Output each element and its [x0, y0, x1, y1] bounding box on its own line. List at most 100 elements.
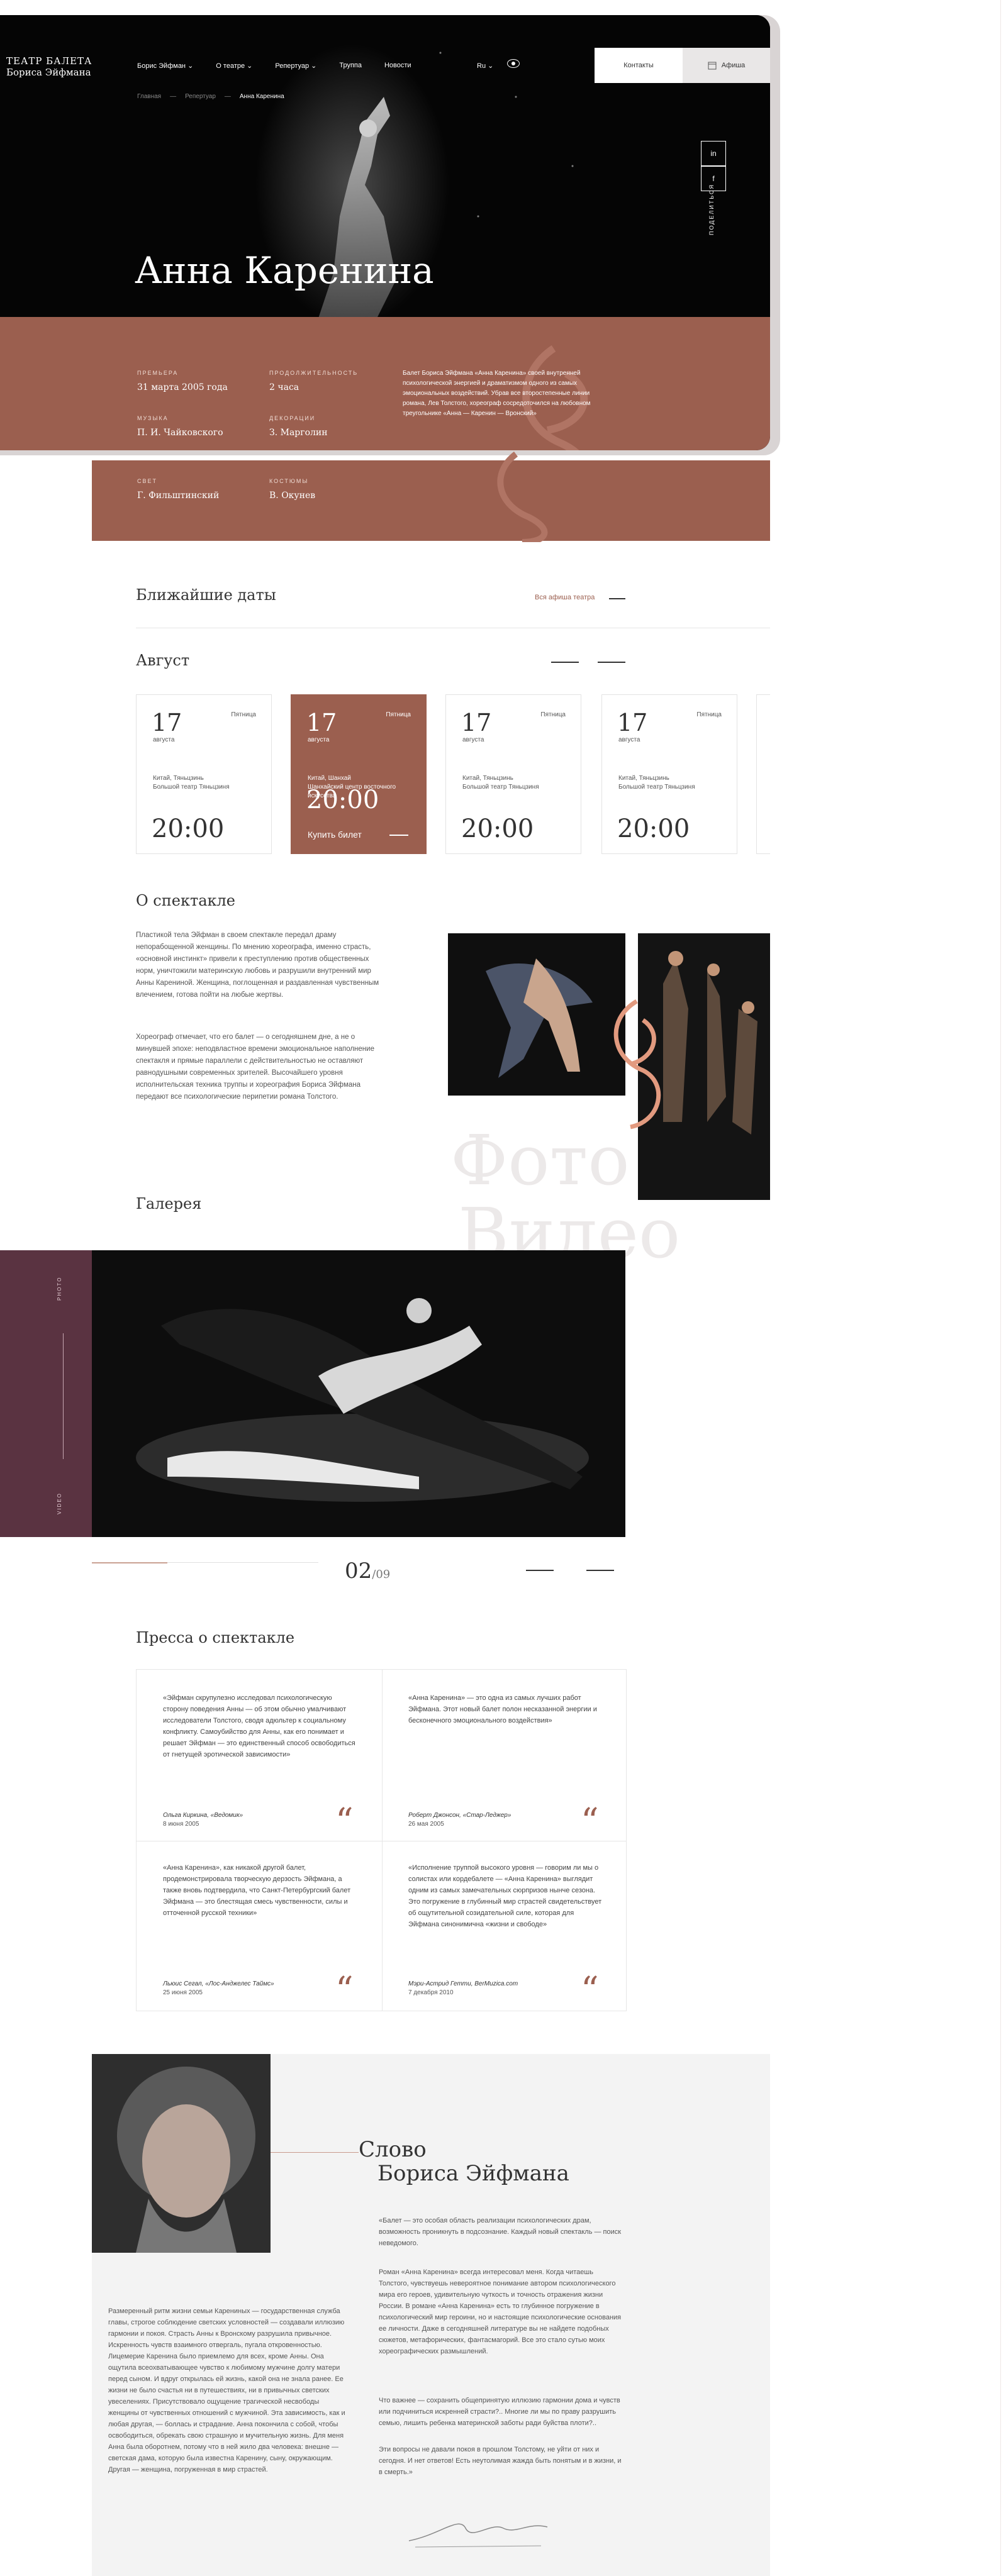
gallery-progress-track	[167, 1562, 318, 1563]
breadcrumb-current: Анна Каренина	[239, 93, 284, 100]
press-author: Мэри-Астрид Гетти, BerMuzica.com	[408, 1980, 518, 1987]
word-paragraph: «Балет — это особая область реализации п…	[379, 2217, 622, 2247]
card-day: 17	[152, 709, 182, 736]
card-weekday: Пятница	[386, 711, 411, 718]
dates-heading: Ближайшие даты	[136, 586, 276, 604]
date-card[interactable]: 17 августа Пятница Китай, Тяньцзинь Боль…	[601, 694, 737, 854]
breadcrumb-sep: —	[224, 93, 231, 100]
card-weekday: Пятница	[540, 711, 566, 718]
nav-item-repertoire[interactable]: Репертуар ⌄	[275, 62, 316, 70]
date-card[interactable]: 17 августа Пятница Китай, Тяньцзинь Боль…	[445, 694, 581, 854]
music-label: Музыка	[137, 415, 169, 421]
press-date: 25 июня 2005	[163, 1989, 203, 1996]
card-place: Китай, Тяньцзинь Большой театр Тяньцзиня	[462, 775, 539, 791]
divider	[382, 1670, 383, 2011]
title-accent-line	[271, 2152, 359, 2153]
card-day: 17	[461, 709, 492, 736]
about-paragraph: Пластикой тела Эйфман в своем спектакле …	[136, 931, 379, 999]
gallery-heading: Галерея	[136, 1195, 202, 1213]
date-card-active[interactable]: 17 августа Пятница Китай, Шанхай Шанхайс…	[291, 694, 427, 854]
hero: ТЕАТР БАЛЕТА Бориса Эйфмана Борис Эйфман…	[0, 15, 770, 450]
short-description: Балет Бориса Эйфмана «Анна Каренина» сво…	[403, 370, 591, 417]
logo[interactable]: ТЕАТР БАЛЕТА Бориса Эйфмана	[6, 55, 92, 78]
photo-tab[interactable]: PHOTO	[57, 1277, 62, 1301]
video-tab[interactable]: VIDEO	[57, 1492, 62, 1514]
word-paragraph: Эти вопросы не давали покоя в прошлом То…	[379, 2446, 622, 2476]
nav-item-troupe[interactable]: Труппа	[339, 62, 362, 70]
eifman-portrait	[92, 2054, 271, 2253]
press-date: 26 мая 2005	[408, 1821, 444, 1828]
logo-watermark-icon	[497, 452, 548, 542]
press-quote: «Анна Каренина» — это одна из самых лучш…	[408, 1694, 597, 1724]
arrow-right-icon	[389, 835, 408, 836]
logo-overlay-icon	[613, 999, 661, 1130]
card-place: Китай, Тяньцзинь Большой театр Тяньцзиня	[153, 775, 230, 791]
logo-line2: Бориса Эйфмана	[6, 67, 91, 78]
press-quote: «Исполнение труппой высокого уровня — го…	[408, 1864, 602, 1928]
contacts-button[interactable]: Контакты	[595, 48, 683, 83]
right-edge-line	[1000, 0, 1001, 2576]
premiere-label: Премьера	[137, 370, 179, 376]
date-card[interactable]: 17 августа Пятница Китай, Тяньцзинь Боль…	[136, 694, 272, 854]
card-month: августа	[618, 736, 640, 743]
all-events-link[interactable]: Вся афиша театра	[535, 594, 595, 601]
language-select[interactable]: Ru ⌄	[477, 62, 493, 70]
gallery-progress-fill	[92, 1562, 167, 1563]
gallery-divider	[63, 1333, 64, 1459]
card-time: 20:00	[152, 814, 225, 843]
word-paragraph: Что важнее — сохранить общепринятую иллю…	[379, 2397, 620, 2427]
card-weekday: Пятница	[696, 711, 722, 718]
buy-ticket-button[interactable]: Купить билет	[308, 830, 362, 840]
press-author: Ольга Киркина, «Ведомик»	[163, 1812, 243, 1819]
gallery-current: 02	[345, 1558, 372, 1584]
card-weekday: Пятница	[231, 711, 256, 718]
premiere-value: 31 марта 2005 года	[137, 382, 228, 392]
press-date: 8 июня 2005	[163, 1821, 199, 1828]
press-heading: Пресса о спектакле	[136, 1629, 295, 1646]
main-nav: Борис Эйфман ⌄ О театре ⌄ Репертуар ⌄ Тр…	[137, 62, 411, 70]
vk-icon[interactable]: in	[701, 141, 726, 166]
gallery-main-photo[interactable]	[92, 1250, 625, 1537]
arrow-right-icon[interactable]	[609, 598, 625, 599]
word-paragraph: Роман «Анна Каренина» всегда интересовал…	[379, 2268, 622, 2355]
decor-value: З. Марголин	[269, 428, 328, 438]
press-grid: «Эйфман скрупулезно исследовал психологи…	[136, 1669, 627, 2011]
music-value: П. И. Чайковского	[137, 428, 223, 438]
press-date: 7 декабря 2010	[408, 1989, 454, 1996]
date-card-partial[interactable]	[756, 694, 770, 854]
quote-icon: “	[335, 1801, 354, 1842]
nav-item-theatre[interactable]: О театре ⌄	[216, 62, 252, 70]
press-author: Роберт Джонсон, «Стар-Леджер»	[408, 1812, 511, 1819]
signature-image	[408, 2523, 548, 2548]
press-quote: «Эйфман скрупулезно исследовал психологи…	[163, 1694, 355, 1758]
card-month: августа	[153, 736, 175, 743]
card-day: 17	[306, 709, 337, 736]
press-author: Льюис Сегал, «Лос-Анджелес Таймс»	[163, 1980, 274, 1987]
info-panel: Премьера 31 марта 2005 года Продолжитель…	[0, 317, 770, 450]
share-label: ПОДЕЛИТЬСЯ	[708, 184, 715, 235]
card-month: августа	[308, 736, 330, 743]
breadcrumb-repertoire[interactable]: Репертуар	[185, 93, 216, 100]
breadcrumb-sep: —	[170, 93, 177, 100]
press-quote: «Анна Каренина», как никакой другой бале…	[163, 1864, 351, 1917]
light-label: Свет	[137, 478, 158, 484]
word-title-1: Слово	[359, 2137, 427, 2162]
next-arrow-icon[interactable]	[598, 662, 625, 663]
photo-watermark: Фото	[450, 1120, 630, 1201]
prev-arrow-icon[interactable]	[551, 662, 579, 663]
calendar-icon	[708, 62, 717, 70]
nav-item-news[interactable]: Новости	[384, 62, 411, 70]
breadcrumb-home[interactable]: Главная	[137, 93, 161, 100]
next-arrow-icon[interactable]	[586, 1570, 614, 1571]
logo-line1: ТЕАТР БАЛЕТА	[6, 55, 92, 67]
quote-icon: “	[581, 1801, 599, 1842]
tickets-button[interactable]: Афиша	[683, 48, 770, 83]
word-paragraph-left: Размеренный ритм жизни семьи Карениных —…	[108, 2307, 345, 2473]
prev-arrow-icon[interactable]	[526, 1570, 554, 1571]
accessibility-eye-icon[interactable]	[507, 59, 520, 68]
costume-label: Костюмы	[269, 478, 309, 484]
info-panel-lower: Свет Г. Фильштинский Костюмы В. Окунев	[92, 452, 770, 542]
breadcrumb: Главная — Репертуар — Анна Каренина	[137, 93, 284, 100]
nav-item-eifman[interactable]: Борис Эйфман ⌄	[137, 62, 193, 70]
quote-icon: “	[335, 1970, 354, 2011]
